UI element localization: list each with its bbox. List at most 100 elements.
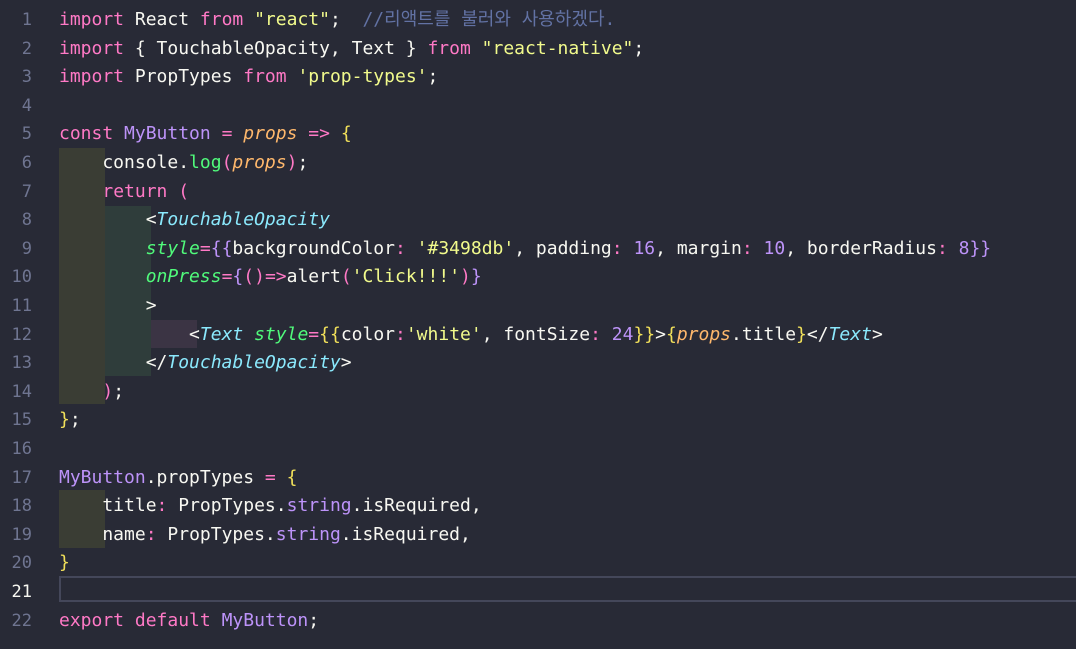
code-token: .title — [731, 323, 797, 345]
code-token: } — [470, 266, 482, 288]
line-number: 16 — [11, 439, 32, 459]
line-number: 14 — [11, 381, 32, 402]
code-token: > — [655, 323, 666, 345]
code-line[interactable]: }; — [59, 406, 81, 434]
code-token: //리액트를 불러와 사용하겠다. — [362, 9, 616, 30]
code-editor[interactable]: 1 2 3 4 5 6 7 8 9 10 11 12 13 14 15 16 17 18 19 20 21 22 impo… — [0, 0, 1076, 649]
code-token: = — [221, 123, 233, 145]
code-token: 'prop-types' — [297, 66, 428, 88]
code-token: , fontSize — [481, 323, 591, 345]
code-token: : — [394, 237, 417, 259]
line-number: 18 — [11, 496, 32, 517]
code-token: .isRequired, — [351, 495, 482, 517]
code-token: }} — [969, 237, 992, 259]
code-token: ; — [69, 409, 81, 431]
code-token: TouchableOpacity — [167, 352, 341, 374]
code-token: ; — [113, 380, 125, 402]
code-token: import — [59, 9, 125, 30]
code-line[interactable]: name: PropTypes.string.isRequired, — [59, 521, 471, 549]
code-area[interactable]: import React from "react"; //리액트를 불러와 사용… — [59, 0, 1076, 649]
code-token: const — [59, 123, 114, 145]
code-token: return — [102, 180, 168, 202]
code-token: style — [254, 323, 309, 345]
code-token: export — [59, 609, 125, 631]
code-token: { — [286, 466, 298, 488]
code-token: : — [395, 323, 406, 345]
code-token: ) — [460, 266, 471, 288]
code-token: "react-native" — [481, 37, 634, 59]
code-line[interactable]: title: PropTypes.string.isRequired, — [59, 492, 482, 520]
code-token: , borderRadius — [785, 237, 937, 259]
code-token: } — [796, 323, 807, 345]
code-line[interactable]: ); — [59, 378, 124, 406]
code-line[interactable]: > — [59, 292, 157, 320]
code-token: ; — [633, 37, 645, 59]
line-number: 5 — [21, 124, 32, 145]
code-token: , padding — [514, 237, 612, 259]
code-line[interactable]: import { TouchableOpacity, Text } from "… — [59, 35, 644, 63]
code-token: ; — [329, 9, 363, 30]
code-line[interactable]: console.log(props); — [59, 149, 308, 177]
code-token: : — [611, 237, 634, 259]
code-token: ( — [221, 152, 233, 173]
code-token: : — [145, 523, 168, 545]
line-number: 13 — [11, 353, 32, 374]
line-number: 8 — [21, 210, 32, 231]
code-token: < — [59, 209, 157, 231]
code-token: MyButton — [221, 609, 309, 631]
code-line[interactable]: <Text style={{color:'white', fontSize: 2… — [59, 321, 883, 349]
line-number: 22 — [11, 610, 32, 631]
code-token: PropTypes. — [167, 523, 276, 545]
line-number: 4 — [21, 95, 32, 116]
line-number: 10 — [11, 267, 32, 288]
code-token: { — [232, 266, 244, 288]
code-line[interactable]: } — [59, 549, 70, 577]
line-number: 15 — [11, 410, 32, 431]
code-token: < — [59, 323, 200, 345]
code-line[interactable]: <TouchableOpacity — [59, 206, 330, 234]
code-token: }} — [633, 323, 656, 345]
code-token: {{ — [319, 323, 341, 345]
code-token: props — [243, 123, 298, 145]
code-token: .isRequired, — [340, 523, 471, 545]
line-number: 19 — [11, 524, 32, 545]
code-token: style — [145, 237, 200, 259]
code-line[interactable]: import PropTypes from 'prop-types'; — [59, 63, 438, 91]
code-token: default — [134, 609, 211, 631]
code-line[interactable]: import React from "react"; //리액트를 불러와 사용… — [59, 6, 615, 34]
code-token: = — [264, 466, 276, 488]
code-line[interactable]: </TouchableOpacity> — [59, 349, 352, 377]
code-token: from — [427, 37, 471, 59]
code-token: console. — [59, 152, 190, 173]
code-token: onPress — [145, 266, 222, 288]
code-token: MyButton — [124, 123, 211, 145]
code-line[interactable]: onPress={()=>alert('Click!!!')} — [59, 263, 482, 291]
code-token: Text — [828, 323, 872, 345]
code-token: ; — [308, 609, 320, 631]
code-token: ) — [286, 152, 298, 173]
code-token: 8 — [958, 237, 970, 259]
code-token: > — [871, 323, 883, 345]
code-token: > — [340, 352, 352, 374]
code-line[interactable]: return ( — [59, 178, 189, 206]
code-token: => — [264, 266, 287, 288]
code-token: { TouchableOpacity, Text } — [124, 37, 428, 59]
code-token: ) — [102, 380, 114, 402]
code-token: : — [590, 323, 612, 345]
line-number: 17 — [11, 467, 32, 488]
code-line[interactable]: export default MyButton; — [59, 607, 319, 635]
code-token: import — [59, 37, 125, 59]
code-line[interactable]: style={{backgroundColor: '#3498db', padd… — [59, 235, 991, 263]
code-line[interactable]: const MyButton = props => { — [59, 120, 352, 148]
code-token: PropTypes — [124, 66, 244, 88]
line-number: 9 — [21, 238, 32, 259]
code-line[interactable]: MyButton.propTypes = { — [59, 464, 297, 492]
